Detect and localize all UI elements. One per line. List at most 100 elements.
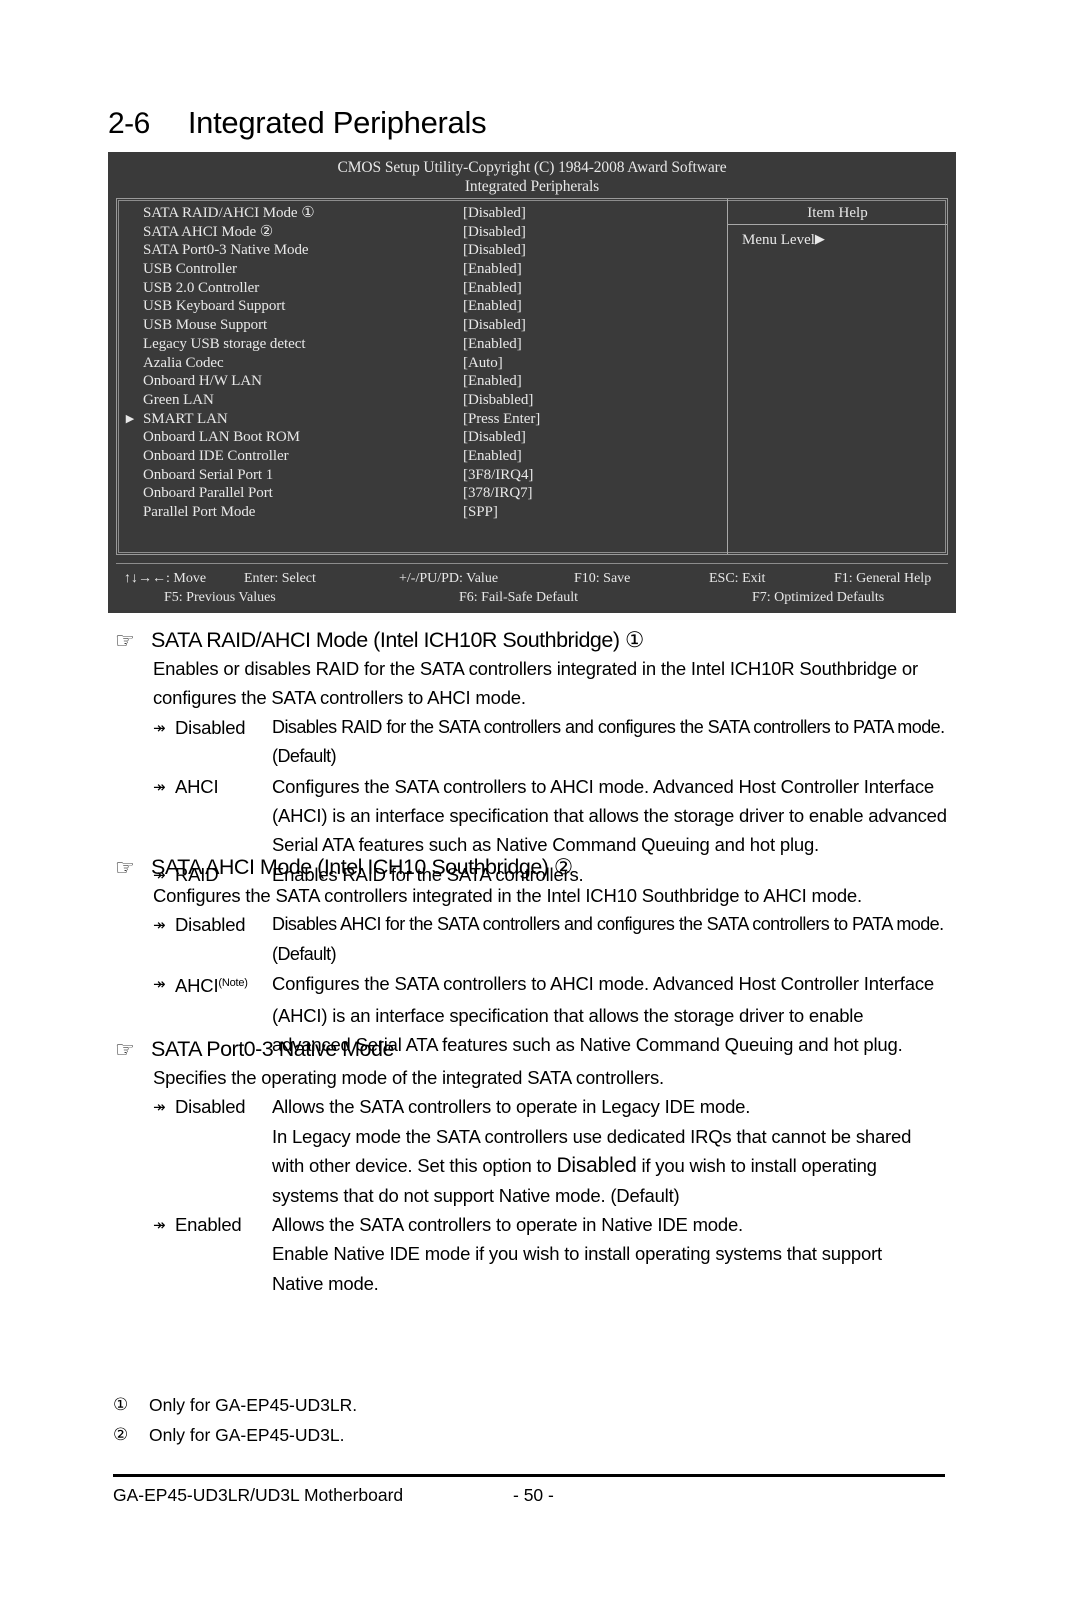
option-description-continued: Native mode. — [272, 1272, 379, 1294]
bios-setting-value[interactable]: [Auto] — [463, 354, 713, 373]
bios-setting-label: USB Keyboard Support — [143, 298, 286, 315]
row-marker-blank — [117, 447, 143, 466]
bios-setting-row[interactable]: Onboard Serial Port 1 [3F8/IRQ4] — [117, 466, 727, 485]
row-marker-blank — [117, 466, 143, 485]
option-name-text: Disabled — [175, 1096, 246, 1118]
bios-setting-label: SMART LAN — [143, 410, 228, 427]
option-row: ↠ Disabled Disables AHCI for the SATA cont… — [153, 910, 977, 969]
bios-setting-row[interactable]: SATA RAID/AHCI Mode ① [Disabled] — [117, 204, 727, 223]
bios-setting-value[interactable]: [Enabled] — [463, 447, 713, 466]
bios-setting-row[interactable]: USB 2.0 Controller [Enabled] — [117, 279, 727, 298]
bios-setting-value[interactable]: [3F8/IRQ4] — [463, 466, 713, 485]
bios-setting-row[interactable]: ▶ SMART LAN [Press Enter] — [117, 410, 727, 429]
bios-setting-label: SATA Port0-3 Native Mode — [143, 242, 309, 259]
option-description: Allows the SATA controllers to operate i… — [272, 1214, 743, 1236]
option-name-text: Enabled — [175, 1214, 242, 1236]
option-name-text: Disabled — [175, 716, 246, 738]
row-marker-blank — [117, 316, 143, 335]
bios-key-hint: Enter: Select — [244, 571, 316, 586]
double-arrow-bullet-icon: ↠ — [153, 718, 166, 737]
bios-setting-value[interactable]: [Disabled] — [463, 316, 713, 335]
bios-key-hint: ↑↓→←: Move — [124, 571, 207, 586]
option-name: AHCI — [175, 772, 272, 801]
bios-setting-label: SATA RAID/AHCI Mode ① — [143, 205, 315, 221]
option-description: Disables RAID for the SATA controllers a… — [272, 716, 945, 767]
bios-setting-value[interactable]: [SPP] — [463, 503, 713, 522]
row-marker-blank — [117, 204, 143, 223]
bios-setting-row[interactable]: Onboard Parallel Port [378/IRQ7] — [117, 484, 727, 503]
pointing-hand-icon: ☞ — [115, 856, 135, 881]
row-marker-blank — [117, 484, 143, 503]
bios-setting-value[interactable]: [Disbabled] — [463, 391, 713, 410]
bios-setting-label: Onboard Parallel Port — [143, 485, 273, 502]
footnote-text: Only for GA-EP45-UD3L. — [149, 1425, 345, 1445]
bios-key-hint: +/-/PU/PD: Value — [399, 571, 499, 586]
option-name: Enabled — [175, 1210, 272, 1239]
footer-rule — [113, 1474, 945, 1477]
bios-setting-row[interactable]: USB Mouse Support [Disabled] — [117, 316, 727, 335]
bios-subtitle: Integrated Peripherals — [464, 178, 600, 195]
bios-key-legend-row-2: F5: Previous Values F6: Fail-Safe Default… — [116, 588, 948, 607]
bios-setting-row[interactable]: SATA Port0-3 Native Mode [Disabled] — [117, 241, 727, 260]
bios-setting-value[interactable]: [Enabled] — [463, 279, 713, 298]
option-name-text: Disabled — [175, 914, 246, 936]
item-help-title: Item Help — [728, 199, 947, 225]
bios-setting-row[interactable]: Onboard H/W LAN [Enabled] — [117, 372, 727, 391]
bios-setting-value[interactable]: [Enabled] — [463, 260, 713, 279]
bios-setting-row[interactable]: Parallel Port Mode [SPP] — [117, 503, 727, 522]
section-heading-row: ☞ SATA Port0-3 Native Mode — [115, 1036, 977, 1063]
option-name-text: AHCI — [175, 775, 219, 797]
bios-setting-row[interactable]: USB Keyboard Support [Enabled] — [117, 297, 727, 316]
footnote: ② Only for GA-EP45-UD3L. — [113, 1420, 973, 1450]
bios-setting-value[interactable]: [378/IRQ7] — [463, 484, 713, 503]
bios-setting-row[interactable]: Onboard LAN Boot ROM [Disabled] — [117, 428, 727, 447]
bios-setting-row[interactable]: Green LAN [Disbabled] — [117, 391, 727, 410]
bios-setting-row[interactable]: Legacy USB storage detect [Enabled] — [117, 335, 727, 354]
section-number: 2-6 — [108, 107, 150, 140]
bios-setting-row[interactable]: SATA AHCI Mode ② [Disabled] — [117, 223, 727, 242]
bios-setting-row[interactable]: Azalia Codec [Auto] — [117, 354, 727, 373]
bios-item-help-panel: Item Help Menu Level▶ — [728, 199, 947, 554]
bios-setting-value[interactable]: [Enabled] — [463, 372, 713, 391]
option-name: Disabled — [175, 910, 272, 969]
option-description-continued: In Legacy mode the SATA controllers use … — [272, 1125, 912, 1147]
footer-board-name: GA-EP45-UD3LR/UD3L Motherboard — [113, 1485, 404, 1505]
double-arrow-bullet-icon: ↠ — [153, 1098, 166, 1117]
row-marker-blank — [117, 279, 143, 298]
bios-setting-value[interactable]: [Disabled] — [463, 428, 713, 447]
option-description-continued: (AHCI) is an interface specification tha… — [272, 1004, 864, 1026]
section-intro-paragraph: Specifies the operating mode of the inte… — [153, 1067, 664, 1088]
bios-setup-screen: CMOS Setup Utility-Copyright (C) 1984-20… — [108, 152, 956, 613]
row-marker-blank — [117, 260, 143, 279]
emphasized-value: Disabled — [556, 1154, 637, 1178]
option-description-continued: systems that do not support Native mode.… — [272, 1184, 680, 1206]
option-description-continued: with other device. Set this option to Di… — [272, 1154, 877, 1178]
row-marker-blank — [117, 391, 143, 410]
option-row: ↠ AHCI Configures the SATA controllers to … — [153, 772, 977, 801]
footnote-marker: ① — [113, 1395, 129, 1415]
bios-setting-value[interactable]: [Press Enter] — [463, 410, 713, 429]
bios-setting-value[interactable]: [Enabled] — [463, 297, 713, 316]
bios-setting-row[interactable]: USB Controller [Enabled] — [117, 260, 727, 279]
bios-setting-value[interactable]: [Enabled] — [463, 335, 713, 354]
option-name: Disabled — [175, 713, 272, 772]
bios-title: CMOS Setup Utility-Copyright (C) 1984-20… — [337, 159, 727, 176]
bios-setting-value[interactable]: [Disabled] — [463, 204, 713, 223]
footnote-text: Only for GA-EP45-UD3LR. — [149, 1395, 358, 1415]
option-row: ↠ Disabled Disables RAID for the SATA cont… — [153, 713, 977, 772]
bios-setting-value[interactable]: [Disabled] — [463, 241, 713, 260]
bios-setting-value[interactable]: [Disabled] — [463, 223, 713, 242]
bios-key-hint: F6: Fail-Safe Default — [459, 590, 578, 605]
setting-description-section: ☞ SATA Port0-3 Native Mode Specifies the o… — [115, 1036, 977, 1298]
option-description: Configures the SATA controllers to AHCI … — [272, 775, 934, 797]
bios-setting-label: SATA AHCI Mode ② — [143, 223, 274, 240]
bios-setting-label: Onboard Serial Port 1 — [143, 466, 274, 483]
page-title: 2-6 Integrated Peripherals — [108, 105, 487, 141]
double-arrow-bullet-icon: ↠ — [153, 916, 166, 935]
bios-setting-row[interactable]: Onboard IDE Controller [Enabled] — [117, 447, 727, 466]
row-marker-blank — [117, 223, 143, 242]
bios-setting-label: Onboard LAN Boot ROM — [143, 429, 300, 446]
section-heading-row: ☞ SATA AHCI Mode (Intel ICH10 Southbridge… — [115, 854, 977, 881]
option-note-superscript: (Note) — [218, 977, 248, 990]
section-heading: SATA Port0-3 Native Mode — [151, 1037, 394, 1061]
